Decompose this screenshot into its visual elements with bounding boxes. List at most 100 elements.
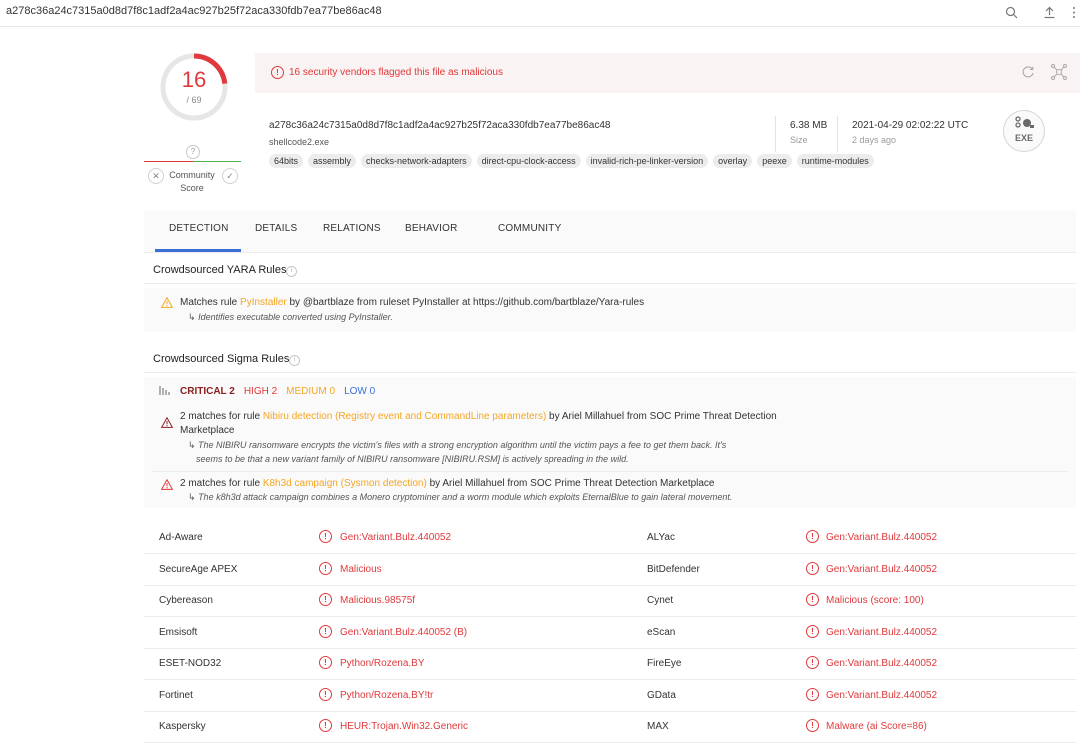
malicious-icon: ! xyxy=(806,687,819,701)
engine-name: Kaspersky xyxy=(159,721,206,732)
engine-name: ALYac xyxy=(647,532,675,543)
tab-relations[interactable]: RELATIONS xyxy=(323,223,381,234)
tab-behavior[interactable]: BEHAVIOR xyxy=(405,223,458,234)
sigma-rule-description: ↳ The k8h3d attack campaign combines a M… xyxy=(188,492,733,502)
yara-rule-list: Matches rule PyInstaller by @bartblaze f… xyxy=(144,288,1076,332)
info-icon[interactable]: i xyxy=(286,266,297,277)
detection-result: Gen:Variant.Bulz.440052 (B) xyxy=(340,626,468,638)
upload-icon[interactable] xyxy=(1038,2,1060,22)
engine-name: Fortinet xyxy=(159,689,193,701)
file-tag[interactable]: runtime-modules xyxy=(796,154,874,168)
yara-section-header: Crowdsourced YARA Rules i xyxy=(144,257,1076,284)
tab-community[interactable]: COMMUNITY xyxy=(498,223,561,234)
engine-name: ESET-NOD32 xyxy=(159,658,222,669)
engine-name: GData xyxy=(647,689,676,701)
apps-grid-icon[interactable] xyxy=(1068,2,1080,22)
table-row: Kaspersky! HEUR:Trojan.Win32.Generic MAX! M… xyxy=(144,710,1076,743)
alert-message: 16 security vendors flagged this file as… xyxy=(289,67,503,78)
meta-divider xyxy=(775,116,776,152)
sigma-rule-link[interactable]: Nibiru detection (Registry event and Com… xyxy=(263,411,546,422)
malicious-icon: ! xyxy=(319,656,332,669)
malicious-icon: ! xyxy=(806,624,819,638)
file-tag[interactable]: 64bits xyxy=(269,154,304,168)
low-count[interactable]: LOW 0 xyxy=(344,386,375,397)
engine-name: BitDefender xyxy=(647,563,700,575)
tab-detection[interactable]: DETECTION xyxy=(169,223,229,234)
sigma-rule-match: 2 matches for rule Nibiru detection (Reg… xyxy=(180,411,777,422)
file-tag[interactable]: overlay xyxy=(713,154,753,168)
sigma-rule-description-cont: seems to be that a new variant family of… xyxy=(196,454,629,464)
sigma-section-header: Crowdsourced Sigma Rules i xyxy=(144,346,1076,373)
community-score-label: Community Score xyxy=(169,170,215,193)
vote-harmful-icon[interactable]: ✕ xyxy=(148,168,164,184)
detection-result: Gen:Variant.Bulz.440052 xyxy=(826,563,938,575)
meta-divider xyxy=(837,116,838,152)
file-tag[interactable]: peexe xyxy=(757,154,792,168)
malicious-icon: ! xyxy=(319,561,332,575)
malicious-icon: ! xyxy=(806,561,819,575)
community-score-unknown: ? xyxy=(186,145,200,159)
table-row: Fortinet! Python/Rozena.BY!tr GData! Gen:Va… xyxy=(144,679,1076,712)
rule-divider xyxy=(152,471,1068,472)
engine-name: SecureAge APEX xyxy=(159,563,238,575)
detection-result: Malware (ai Score=86) xyxy=(826,721,927,732)
engine-name: MAX xyxy=(647,721,669,732)
sigma-rule-link[interactable]: K8h3d campaign (Sysmon detection) xyxy=(263,478,427,489)
file-hash[interactable]: a278c36a24c7315a0d8d7f8c1adf2a4ac927b25f… xyxy=(269,120,610,131)
table-row: Ad-Aware! Gen:Variant.Bulz.440052 ALYac! Ge… xyxy=(144,521,1076,554)
detection-result: Malicious (score: 100) xyxy=(826,595,924,606)
malicious-icon: ! xyxy=(319,530,332,543)
reanalyze-icon[interactable] xyxy=(1021,65,1035,84)
malicious-icon: ! xyxy=(319,687,332,701)
engine-name: Cybereason xyxy=(159,595,213,606)
sigma-rule-description: ↳ The NIBIRU ransomware encrypts the vic… xyxy=(188,440,727,450)
detection-result: Gen:Variant.Bulz.440052 xyxy=(826,658,938,669)
malicious-icon: ! xyxy=(319,593,332,606)
av-results-table: Ad-Aware! Gen:Variant.Bulz.440052 ALYac! Ge… xyxy=(144,521,1076,743)
detection-count: 16 xyxy=(181,67,207,92)
analysis-date-relative: 2 days ago xyxy=(852,135,897,145)
malicious-icon: ! xyxy=(806,593,819,606)
table-row: Emsisoft! Gen:Variant.Bulz.440052 (B) eSca… xyxy=(144,616,1076,649)
table-row: ESET-NOD32! Python/Rozena.BY FireEye! Gen:V… xyxy=(144,647,1076,680)
detection-result: Gen:Variant.Bulz.440052 xyxy=(826,689,938,701)
report-tabs: DETECTION DETAILS RELATIONS BEHAVIOR COM… xyxy=(144,211,1076,253)
critical-count[interactable]: CRITICAL 2 xyxy=(180,386,235,397)
sigma-section-title: Crowdsourced Sigma Rules xyxy=(153,353,290,365)
vote-harmless-icon[interactable]: ✓ xyxy=(222,168,238,184)
yara-rule-description: ↳ Identifies executable converted using … xyxy=(188,312,393,322)
file-size-value: 6.38 MB xyxy=(790,120,828,131)
active-tab-indicator xyxy=(155,249,241,252)
file-tags: 64bits assembly checks-network-adapters dir… xyxy=(269,154,874,168)
sigma-severity-counts: CRITICAL 2 HIGH 2 MEDIUM 0 LOW 0 xyxy=(180,386,375,397)
detection-result: Python/Rozena.BY xyxy=(340,658,425,669)
detection-result: Malicious.98575f xyxy=(340,595,416,606)
engine-name: Cynet xyxy=(647,595,674,606)
engine-name: FireEye xyxy=(647,658,682,669)
high-count[interactable]: HIGH 2 xyxy=(244,386,277,397)
community-bar-positive xyxy=(193,161,241,162)
detection-result: Gen:Variant.Bulz.440052 xyxy=(826,626,938,638)
file-tag[interactable]: assembly xyxy=(308,154,357,168)
malicious-icon: ! xyxy=(806,530,819,543)
search-bar[interactable]: a278c36a24c7315a0d8d7f8c1adf2a4ac927b25f… xyxy=(0,0,1080,27)
tab-details[interactable]: DETAILS xyxy=(255,223,297,234)
similar-files-icon[interactable] xyxy=(1050,63,1068,86)
search-icon[interactable] xyxy=(1000,2,1022,22)
analysis-date: 2021-04-29 02:02:22 UTC xyxy=(852,120,969,131)
detection-result: Gen:Variant.Bulz.440052 xyxy=(826,532,938,543)
info-icon[interactable]: i xyxy=(289,355,300,366)
yara-rule-link[interactable]: PyInstaller xyxy=(240,297,287,308)
medium-count[interactable]: MEDIUM 0 xyxy=(286,386,335,397)
file-tag[interactable]: invalid-rich-pe-linker-version xyxy=(585,154,709,168)
severity-bars-icon xyxy=(159,386,170,395)
detection-result: Python/Rozena.BY!tr xyxy=(340,689,434,701)
file-tag[interactable]: direct-cpu-clock-access xyxy=(476,154,581,168)
exe-file-type-icon: EXE xyxy=(1003,110,1045,152)
search-input[interactable]: a278c36a24c7315a0d8d7f8c1adf2a4ac927b25f… xyxy=(6,5,382,17)
alert-icon: ! xyxy=(271,66,284,79)
detection-result: Gen:Variant.Bulz.440052 xyxy=(340,532,452,543)
high-severity-icon xyxy=(161,479,173,490)
file-tag[interactable]: checks-network-adapters xyxy=(361,154,472,168)
sigma-rule-list: CRITICAL 2 HIGH 2 MEDIUM 0 LOW 0 2 match… xyxy=(144,377,1076,508)
